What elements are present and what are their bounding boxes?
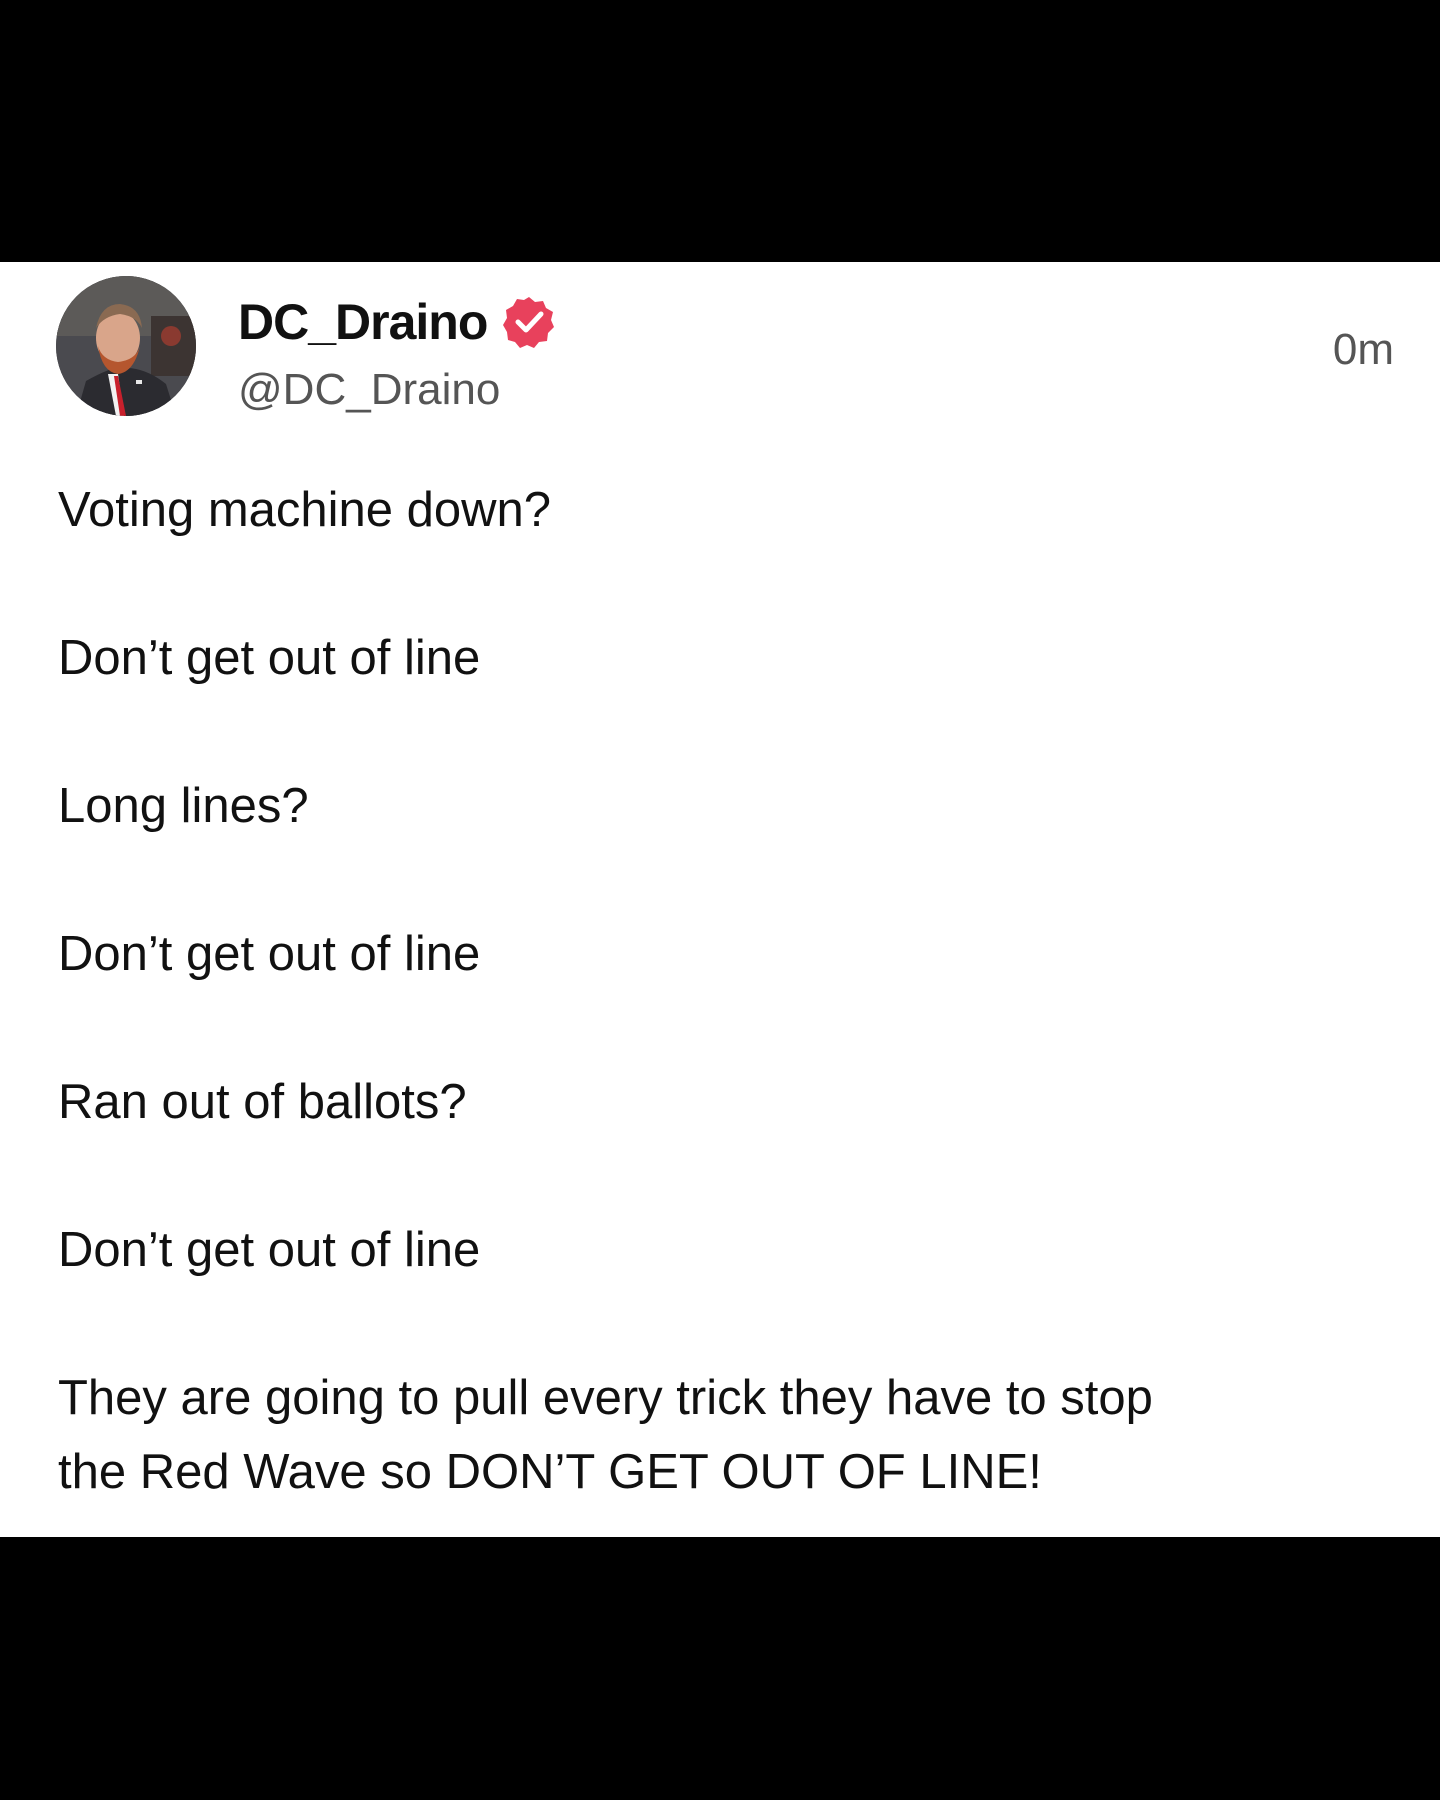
bottom-letterbox-bar — [0, 1537, 1440, 1800]
avatar[interactable] — [56, 276, 196, 416]
tweet-line: the Red Wave so DON’T GET OUT OF LINE! — [58, 1445, 1042, 1499]
profile-photo — [56, 276, 196, 416]
top-letterbox-bar — [0, 0, 1440, 262]
display-name-row: DC_Draino — [238, 292, 557, 352]
verified-badge-icon — [501, 294, 557, 350]
tweet-line: Don’t get out of line — [58, 1223, 481, 1277]
tweet-line: Don’t get out of line — [58, 927, 481, 981]
tweet-line: Long lines? — [58, 779, 309, 833]
display-name[interactable]: DC_Draino — [238, 292, 488, 352]
tweet-line: Don’t get out of line — [58, 631, 481, 685]
post-timestamp: 0m — [1332, 325, 1394, 374]
user-handle[interactable]: @DC_Draino — [238, 362, 500, 418]
tweet-card: DC_Draino @DC_Draino 0m Voting machine d… — [0, 262, 1440, 1537]
tweet-line: They are going to pull every trick they … — [58, 1371, 1153, 1425]
tweet-line: Ran out of ballots? — [58, 1075, 467, 1129]
tweet-line: Voting machine down? — [58, 483, 552, 537]
